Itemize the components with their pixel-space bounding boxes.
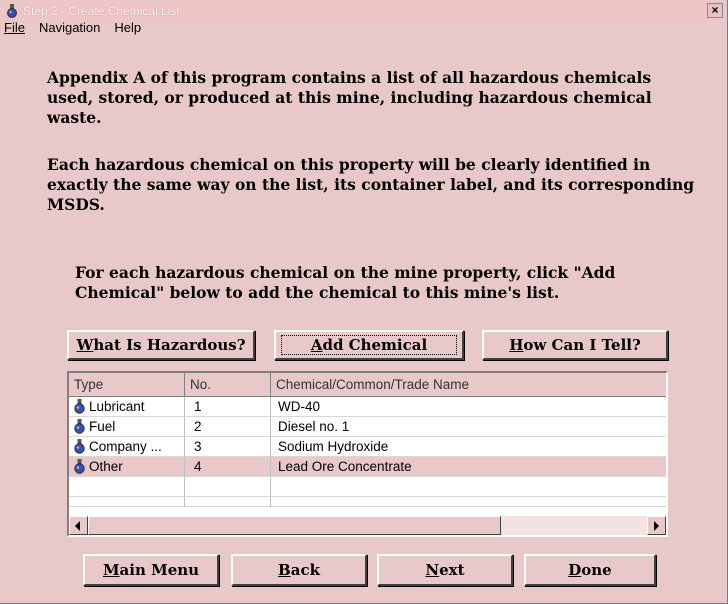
intro-paragraph-1: Appendix A of this program contains a li… (47, 68, 652, 127)
flask-icon (74, 399, 85, 414)
flask-icon (74, 439, 85, 454)
row-type: Lubricant (89, 398, 145, 414)
table-row[interactable]: Lubricant 1 WD-40 (69, 397, 666, 417)
table-row[interactable]: Company ... 3 Sodium Hydroxide (69, 437, 666, 457)
done-button[interactable]: Done (524, 554, 656, 586)
list-header: Type No. Chemical/Common/Trade Name (69, 373, 666, 397)
scroll-left-button[interactable] (69, 516, 88, 535)
column-header-type[interactable]: Type (69, 373, 185, 397)
close-button[interactable]: × (707, 3, 723, 18)
arrow-left-icon (75, 521, 80, 531)
how-can-i-tell-button[interactable]: How Can I Tell? (482, 330, 668, 360)
back-button[interactable]: Back (231, 554, 367, 586)
app-window: Step 2 - Create Chemical List × File Nav… (0, 0, 728, 604)
horizontal-scrollbar[interactable] (69, 516, 666, 535)
row-no: 3 (185, 437, 271, 457)
row-type: Fuel (89, 418, 116, 434)
row-type: Company ... (89, 438, 162, 454)
row-no: 1 (185, 397, 271, 417)
add-chemical-button[interactable]: Add Chemical (274, 330, 464, 360)
flask-icon (7, 3, 17, 18)
flask-icon (74, 459, 85, 474)
table-row[interactable]: Fuel 2 Diesel no. 1 (69, 417, 666, 437)
column-header-name[interactable]: Chemical/Common/Trade Name (271, 373, 666, 397)
instruction-paragraph: For each hazardous chemical on the mine … (75, 263, 616, 302)
row-no: 2 (185, 417, 271, 437)
window-title: Step 2 - Create Chemical List (23, 3, 180, 18)
table-row[interactable]: Other 4 Lead Ore Concentrate (69, 457, 666, 477)
arrow-right-icon (654, 521, 659, 531)
row-name: Diesel no. 1 (271, 417, 666, 437)
row-name: Sodium Hydroxide (271, 437, 666, 457)
flask-icon (74, 419, 85, 434)
chemical-list[interactable]: Type No. Chemical/Common/Trade Name Lubr… (67, 371, 668, 537)
menu-navigation[interactable]: Navigation (39, 20, 100, 38)
row-no: 4 (185, 457, 271, 477)
scroll-thumb[interactable] (88, 516, 501, 535)
scroll-right-button[interactable] (647, 516, 666, 535)
what-is-hazardous-button[interactable]: What Is Hazardous? (67, 330, 255, 360)
row-name: WD-40 (271, 397, 666, 417)
menu-file[interactable]: File (4, 20, 25, 38)
main-menu-button[interactable]: Main Menu (83, 554, 219, 586)
menu-bar: File Navigation Help (4, 20, 155, 38)
column-header-no[interactable]: No. (185, 373, 271, 397)
intro-paragraph-2: Each hazardous chemical on this property… (47, 155, 695, 214)
row-name: Lead Ore Concentrate (271, 457, 666, 477)
table-row-empty[interactable] (69, 477, 666, 497)
title-bar[interactable]: Step 2 - Create Chemical List × (3, 2, 725, 19)
table-row-empty[interactable] (69, 497, 666, 507)
row-type: Other (89, 458, 123, 474)
next-button[interactable]: Next (377, 554, 513, 586)
menu-help[interactable]: Help (114, 20, 141, 38)
